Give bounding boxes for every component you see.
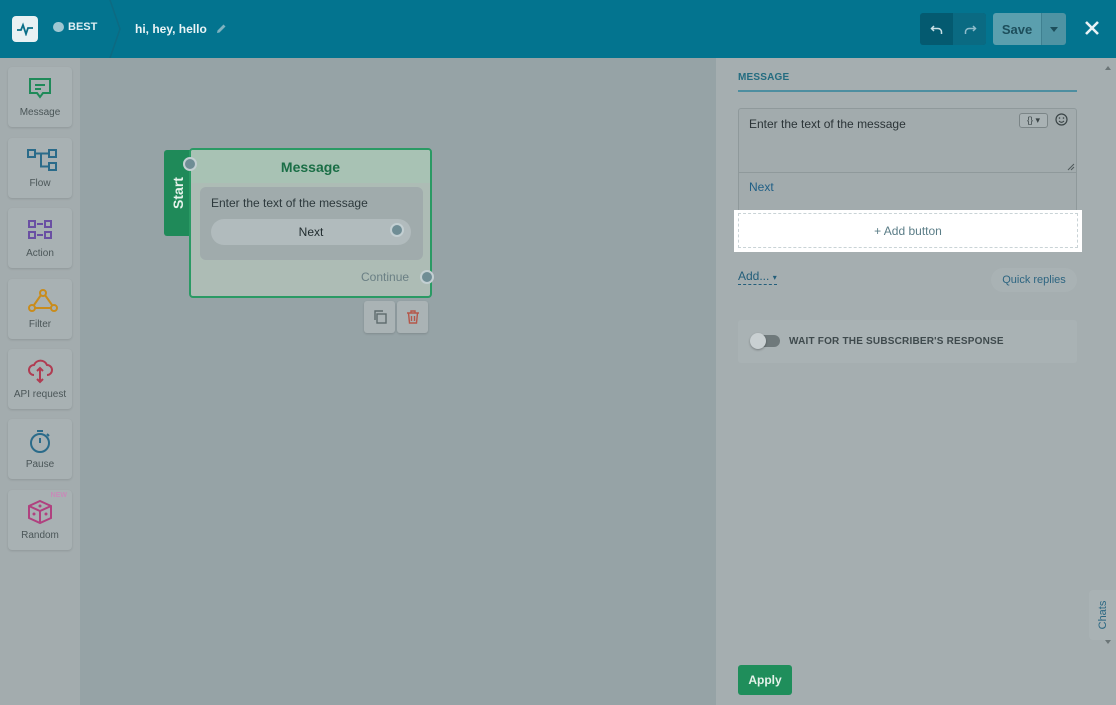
input-connector[interactable] [183, 157, 197, 171]
top-bar: BEST hi, hey, hello Save [0, 0, 1116, 58]
tool-label: Message [19, 107, 61, 118]
message-button-next[interactable]: Next [749, 180, 774, 194]
variable-button-label: {} [1026, 115, 1033, 125]
tool-message[interactable]: Message [8, 67, 72, 127]
tool-filter[interactable]: Filter [8, 279, 72, 339]
add-menu-label: Add... [738, 269, 770, 283]
tool-label: Pause [25, 459, 55, 470]
tool-label: Filter [28, 319, 52, 330]
action-icon [28, 220, 52, 239]
tool-palette: Message Flow Action Filter API request P… [0, 58, 80, 705]
tool-label: Random [21, 530, 59, 541]
tool-action[interactable]: Action [8, 208, 72, 268]
wait-response-toggle[interactable] [750, 333, 780, 349]
flow-title-text: hi, hey, hello [135, 22, 207, 36]
tool-label: Flow [29, 178, 51, 189]
message-textarea[interactable]: Enter the text of the message {} ▾ [738, 108, 1077, 173]
tool-label: Action [26, 248, 54, 259]
duplicate-node-button[interactable] [364, 301, 395, 333]
chevron-down-icon [1050, 26, 1058, 32]
node-message-card[interactable]: Enter the text of the message Next [200, 187, 423, 260]
bot-selector[interactable]: BEST [53, 21, 97, 33]
panel-title-underline [738, 90, 1077, 92]
delete-node-button[interactable] [397, 301, 428, 333]
tool-label: API request [13, 389, 67, 400]
continue-connector[interactable] [420, 270, 434, 284]
redo-button[interactable] [953, 13, 986, 45]
start-label: Start [170, 177, 186, 209]
panel-title: MESSAGE [738, 72, 790, 83]
chats-tab[interactable]: Chats [1089, 590, 1116, 640]
add-content-menu[interactable]: Add... ▾ [738, 269, 777, 285]
undo-button[interactable] [920, 13, 953, 45]
chats-label: Chats [1096, 600, 1109, 630]
wait-response-label: WAIT FOR THE SUBSCRIBER'S RESPONSE [789, 336, 1004, 347]
quick-replies-button[interactable]: Quick replies [991, 268, 1077, 292]
tool-flow[interactable]: Flow [8, 138, 72, 198]
apply-button[interactable]: Apply [738, 665, 792, 695]
flow-icon [27, 149, 57, 171]
redo-icon [964, 25, 977, 34]
api-request-icon [28, 359, 53, 384]
save-options-button[interactable] [1041, 13, 1066, 45]
panel-scrollbar[interactable] [1102, 60, 1114, 650]
node-button-next[interactable]: Next [211, 219, 411, 245]
close-icon [1085, 21, 1099, 35]
message-icon [29, 78, 51, 99]
undo-icon [929, 25, 942, 34]
add-button-highlight: + Add button [734, 210, 1082, 252]
chevron-down-icon: ▾ [772, 273, 777, 282]
close-button[interactable] [1080, 16, 1104, 40]
random-icon [28, 499, 52, 525]
history-controls [920, 13, 986, 45]
variable-insert-button[interactable]: {} ▾ [1019, 113, 1048, 128]
flow-title[interactable]: hi, hey, hello [135, 22, 227, 36]
tool-api-request[interactable]: API request [8, 349, 72, 409]
tool-random[interactable]: NEW Random [8, 490, 72, 550]
button-connector[interactable] [390, 223, 404, 237]
tool-pause[interactable]: Pause [8, 419, 72, 479]
trash-icon [406, 310, 419, 324]
filter-icon [28, 289, 58, 312]
wait-response-setting: WAIT FOR THE SUBSCRIBER'S RESPONSE [738, 320, 1077, 363]
copy-icon [373, 310, 387, 324]
pause-icon [30, 430, 50, 453]
message-text: Enter the text of the message [749, 117, 906, 131]
continue-label: Continue [361, 270, 410, 284]
toggle-knob [750, 333, 766, 349]
message-button-row: Next [738, 173, 1077, 211]
bot-name: BEST [68, 21, 98, 33]
add-button[interactable]: + Add button [738, 213, 1078, 248]
emoji-icon[interactable] [1055, 113, 1068, 126]
breadcrumb-separator [109, 0, 121, 58]
new-badge: NEW [50, 492, 67, 499]
pencil-icon[interactable] [215, 23, 227, 35]
save-button[interactable]: Save [993, 13, 1041, 45]
pulse-icon[interactable] [12, 16, 38, 42]
node-title: Message [280, 159, 341, 175]
resize-grip-icon[interactable] [1067, 163, 1075, 171]
node-message-text: Enter the text of the message [211, 196, 368, 210]
chat-bubble-icon [53, 22, 64, 32]
